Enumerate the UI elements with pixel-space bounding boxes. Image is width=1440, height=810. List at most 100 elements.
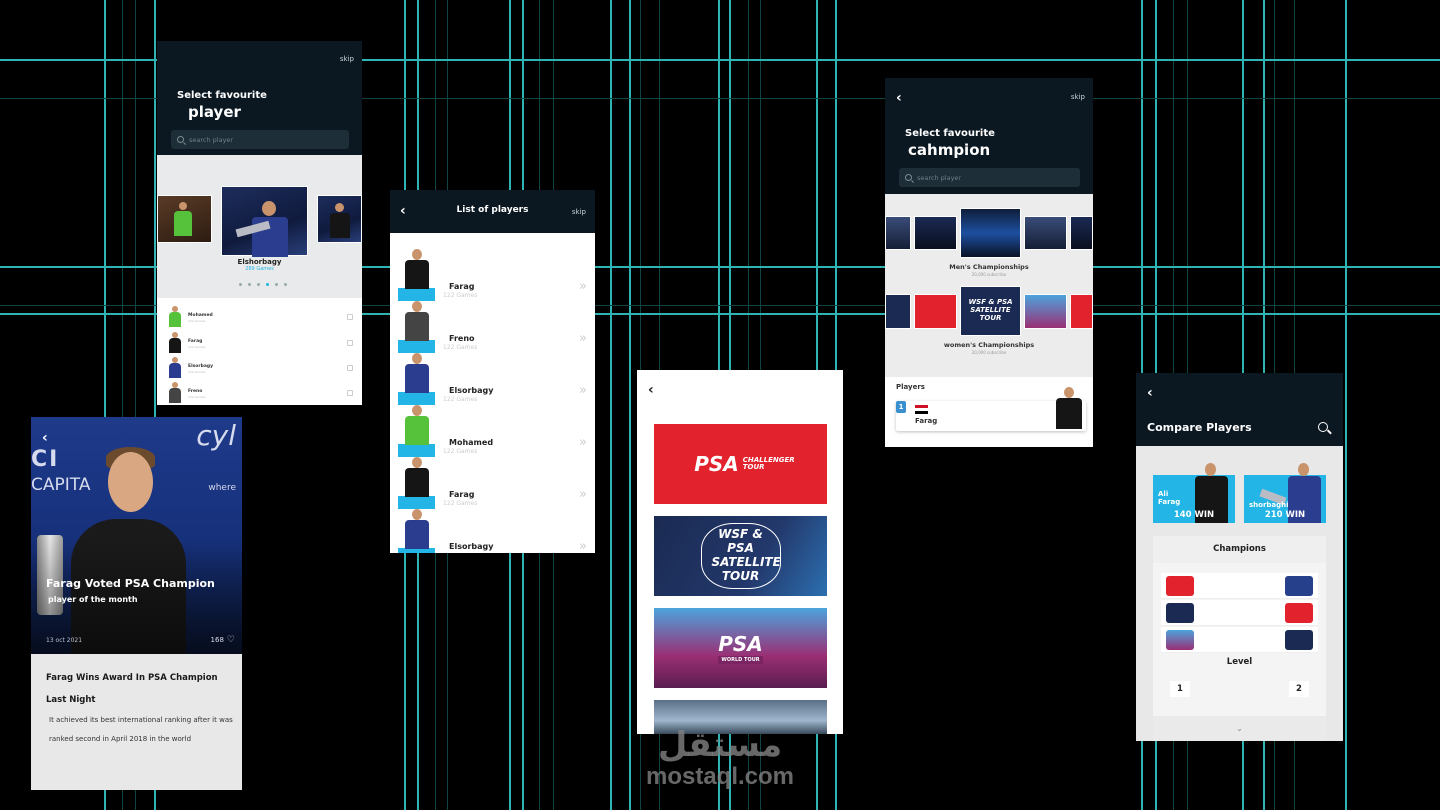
player-row[interactable]: Mohamed 122 Games »: [390, 405, 595, 465]
like-count: 168: [210, 636, 224, 644]
skip-button[interactable]: skip: [340, 55, 354, 63]
championship-thumb-featured[interactable]: WSF & PSA SATELLITE TOUR: [960, 286, 1021, 336]
player-row[interactable]: Farag 122 Games »: [390, 457, 595, 517]
player-face: [108, 452, 153, 512]
select-checkbox[interactable]: [347, 340, 353, 346]
select-champion-screen: ‹ skip Select favourite cahmpion search …: [885, 78, 1093, 447]
championship-thumb[interactable]: [885, 216, 911, 250]
player2-card[interactable]: shorbaghi 210 WIN: [1244, 463, 1326, 523]
banner-subtitle: CHALLENGER TOUR: [742, 456, 795, 471]
carousel-pagination[interactable]: [239, 283, 287, 286]
player1-wins: 140 WIN: [1173, 510, 1215, 520]
player-row[interactable]: Freno 122 Games »: [390, 301, 595, 361]
championship-thumb[interactable]: [1070, 216, 1093, 250]
carousel-dot[interactable]: [257, 283, 260, 286]
level-left: 1: [1170, 681, 1190, 697]
expand-chevron-icon[interactable]: ⌄: [1153, 716, 1326, 741]
player-row[interactable]: Elsorbagy »: [390, 509, 595, 553]
championship-thumb[interactable]: [914, 294, 957, 329]
championship-thumb[interactable]: [885, 294, 911, 329]
championship-thumb[interactable]: [914, 216, 957, 250]
tour-banner-world[interactable]: PSA WORLD TOUR: [654, 608, 827, 688]
player-games: 122 Games: [443, 292, 478, 299]
heart-icon: ♡: [226, 635, 235, 645]
header: skip Select favourite player search play…: [157, 41, 362, 155]
double-chevron-right-icon[interactable]: »: [579, 487, 587, 502]
tour-chip: [1285, 576, 1313, 596]
header: ‹ skip Select favourite cahmpion search …: [885, 78, 1093, 194]
double-chevron-right-icon[interactable]: »: [579, 279, 587, 294]
grid-line: [629, 0, 631, 810]
level-right: 2: [1289, 681, 1309, 697]
tours-screen: ‹ PSA CHALLENGER TOUR WSF & PSA SATELLIT…: [637, 370, 843, 734]
player-photo-left[interactable]: [157, 195, 212, 243]
grid-line: [610, 0, 612, 810]
watermark-arabic: مستقل: [657, 725, 783, 765]
player-highlight: [398, 496, 435, 509]
player-sub: 122 Games: [188, 395, 206, 399]
featured-player-games: 289 Games: [245, 266, 274, 272]
championship-thumb-featured[interactable]: [960, 208, 1021, 258]
search-icon: [905, 174, 912, 181]
player-highlight: [398, 444, 435, 457]
list-item[interactable]: Freno 122 Games: [157, 380, 362, 405]
tour-chip: [1166, 630, 1194, 650]
like-button[interactable]: 168 ♡: [211, 635, 235, 645]
select-checkbox[interactable]: [347, 390, 353, 396]
news-date: 13 oct 2021: [46, 637, 83, 644]
select-checkbox[interactable]: [347, 314, 353, 320]
search-placeholder: search player: [189, 135, 234, 144]
tour-banner-satellite[interactable]: WSF & PSA SATELLITE TOUR: [654, 516, 827, 596]
list-item[interactable]: Mohamed 122 Games: [157, 304, 362, 329]
back-chevron-icon[interactable]: ‹: [648, 383, 654, 397]
list-item[interactable]: Farag 122 Games: [157, 330, 362, 355]
player-highlight: [398, 288, 435, 301]
select-checkbox[interactable]: [347, 365, 353, 371]
search-input[interactable]: search player: [171, 130, 349, 149]
player-games: 122 Games: [443, 396, 478, 403]
player-row[interactable]: Elsorbagy 122 Games »: [390, 353, 595, 413]
player-list: Mohamed 122 Games Farag 122 Games Elsorb…: [157, 298, 362, 405]
player-name: Elsorbagy: [188, 364, 214, 369]
player-row[interactable]: Farag 122 Games »: [390, 249, 595, 309]
carousel-dot[interactable]: [248, 283, 251, 286]
championship-thumb[interactable]: [1024, 216, 1067, 250]
back-chevron-icon[interactable]: ‹: [42, 431, 48, 445]
tour-banner-challenger[interactable]: PSA CHALLENGER TOUR: [654, 424, 827, 504]
tour-chip: [1166, 603, 1194, 623]
list-item[interactable]: Elsorbagy 122 Games: [157, 355, 362, 380]
list-of-players-screen: ‹ List of players skip Farag 122 Games» Fr…: [390, 190, 595, 553]
search-icon[interactable]: [1318, 422, 1328, 432]
player2-name: shorbaghi: [1249, 501, 1289, 509]
banner-subtitle: WORLD TOUR: [718, 656, 763, 664]
double-chevron-right-icon[interactable]: »: [579, 331, 587, 346]
carousel-dot[interactable]: [275, 283, 278, 286]
rank-badge: 1: [896, 401, 906, 413]
player-photo-featured[interactable]: [221, 186, 308, 257]
tour-chip: [1166, 576, 1194, 596]
double-chevron-right-icon[interactable]: »: [579, 383, 587, 398]
skip-button[interactable]: skip: [572, 208, 586, 216]
carousel-dot[interactable]: [239, 283, 242, 286]
double-chevron-right-icon[interactable]: »: [579, 435, 587, 450]
carousel-dot[interactable]: [284, 283, 287, 286]
back-chevron-icon[interactable]: ‹: [1147, 386, 1153, 400]
player-card[interactable]: 1 Farag: [896, 387, 1086, 431]
carousel-dot[interactable]: [266, 283, 269, 286]
championship-thumb[interactable]: [1070, 294, 1093, 329]
double-chevron-right-icon[interactable]: »: [579, 539, 587, 553]
player-photo-right[interactable]: [317, 195, 362, 243]
background-sign-text: CI: [31, 447, 60, 472]
comparison-panel: Champions Level 1 2 ⌄: [1153, 536, 1326, 741]
search-input[interactable]: search player: [899, 168, 1080, 187]
compare-players-screen: ‹ Compare Players Ali Farag 140 WIN shorb…: [1136, 373, 1343, 741]
championship-thumb[interactable]: [1024, 294, 1067, 329]
player1-card[interactable]: Ali Farag 140 WIN: [1153, 463, 1235, 523]
skip-button[interactable]: skip: [1071, 93, 1085, 101]
player-sub: 122 Games: [188, 345, 206, 349]
player-highlight: [398, 340, 435, 353]
player1-name: Ali Farag: [1158, 490, 1181, 506]
background-sign-text: where: [208, 483, 236, 493]
level-heading: Level: [1226, 657, 1253, 667]
back-chevron-icon[interactable]: ‹: [896, 91, 902, 105]
